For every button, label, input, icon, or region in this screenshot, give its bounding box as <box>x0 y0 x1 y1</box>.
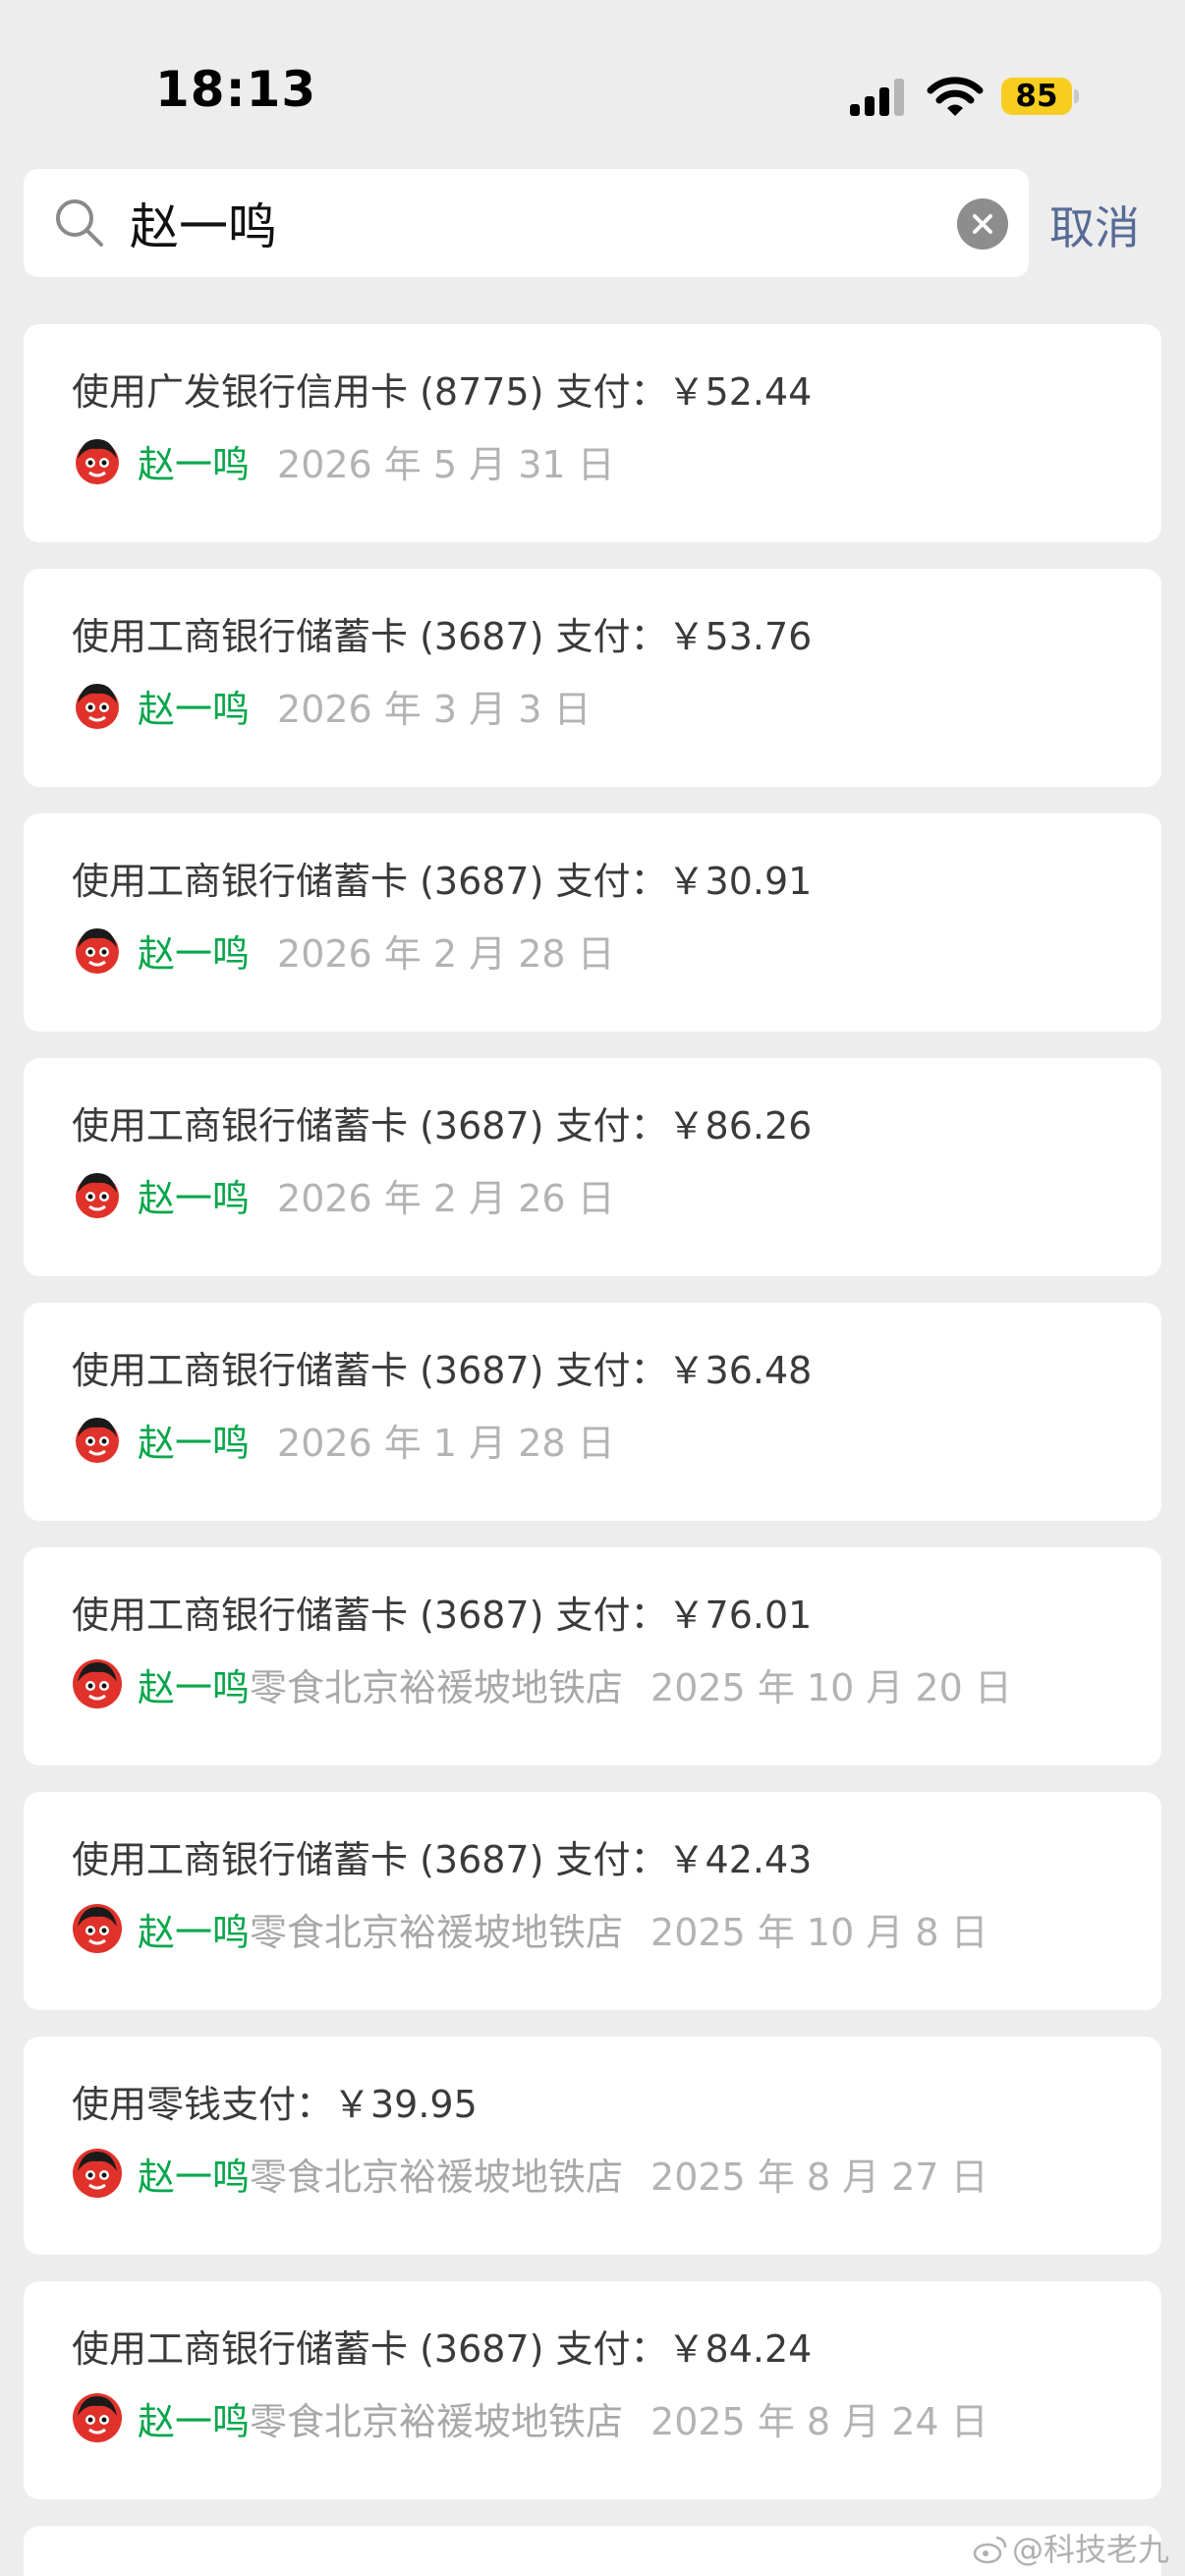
transaction-date: 2025 年 8 月 24 日 <box>650 2400 988 2443</box>
merchant-name: 赵一鸣 <box>138 1666 251 1709</box>
merchant-line: 赵一鸣零食北京裕禐坡地铁店 2025 年 8 月 27 日 <box>138 2147 988 2201</box>
transaction-date: 2026 年 1 月 28 日 <box>277 1422 615 1465</box>
list-item[interactable]: 使用工商银行储蓄卡 (3687) 支付：￥76.01 赵一鸣零食北京裕禐坡地铁店… <box>24 1547 1161 1765</box>
search-icon <box>56 199 103 247</box>
merchant-name: 赵一鸣 <box>138 443 251 486</box>
list-item[interactable]: 使用工商银行储蓄卡 (3687) 支付：￥42.43 赵一鸣零食北京裕禐坡地铁店… <box>24 1792 1161 2010</box>
store-name: 零食北京裕禐坡地铁店 <box>250 1666 624 1709</box>
merchant-name: 赵一鸣 <box>138 2156 251 2199</box>
merchant-line: 赵一鸣零食北京裕禐坡地铁店 2025 年 8 月 24 日 <box>138 2391 988 2445</box>
payment-text: 使用广发银行信用卡 (8775) 支付：￥52.44 <box>72 370 813 414</box>
avatar-icon <box>76 684 119 729</box>
payment-text: 使用工商银行储蓄卡 (3687) 支付：￥42.43 <box>72 1838 813 1881</box>
transaction-date: 2026 年 2 月 28 日 <box>277 932 615 976</box>
transaction-date: 2026 年 2 月 26 日 <box>277 1177 615 1220</box>
payment-text: 使用零钱支付：￥39.95 <box>72 2083 478 2126</box>
payment-text: 使用工商银行储蓄卡 (3687) 支付：￥36.48 <box>72 1349 813 1392</box>
merchant-line: 赵一鸣零食北京裕禐坡地铁店 2025 年 10 月 8 日 <box>138 1902 988 1956</box>
merchant-line: 赵一鸣 2026 年 5 月 31 日 <box>138 434 615 488</box>
payment-text: 使用工商银行储蓄卡 (3687) 支付：￥86.26 <box>72 1104 813 1148</box>
store-name: 零食北京裕禐坡地铁店 <box>250 2156 624 2199</box>
avatar-icon <box>73 2393 122 2442</box>
cancel-button[interactable]: 取消 <box>1049 193 1140 257</box>
avatar-icon <box>76 1173 119 1218</box>
transaction-date: 2025 年 8 月 27 日 <box>650 2156 988 2199</box>
battery-tip <box>1074 89 1079 103</box>
merchant-line: 赵一鸣 2026 年 2 月 26 日 <box>138 1168 615 1222</box>
merchant-line: 赵一鸣 2026 年 3 月 3 日 <box>138 679 591 733</box>
merchant-name: 赵一鸣 <box>138 688 251 731</box>
avatar-icon <box>76 928 119 974</box>
avatar-icon <box>73 2149 122 2198</box>
wifi-icon <box>927 77 984 116</box>
status-bar: 18:13 85 <box>0 0 1185 157</box>
avatar-icon <box>76 1418 119 1463</box>
list-item[interactable]: 使用工商银行储蓄卡 (3687) 支付：￥86.26 赵一鸣 2026 年 2 月… <box>24 1058 1161 1276</box>
merchant-name: 赵一鸣 <box>138 2400 251 2443</box>
clear-search-icon[interactable] <box>957 198 1008 250</box>
cellular-signal-icon <box>850 79 904 116</box>
merchant-line: 赵一鸣 2026 年 2 月 28 日 <box>138 924 615 978</box>
list-item[interactable]: 使用广发银行信用卡 (8775) 支付：￥52.44 赵一鸣 2026 年 5 月… <box>24 324 1161 542</box>
avatar-icon <box>76 439 119 484</box>
merchant-name: 赵一鸣 <box>138 932 251 976</box>
merchant-line: 赵一鸣 2026 年 1 月 28 日 <box>138 1413 615 1467</box>
merchant-name: 赵一鸣 <box>138 1911 251 1954</box>
battery-indicator: 85 <box>1001 78 1072 115</box>
transaction-date: 2025 年 10 月 20 日 <box>650 1666 1012 1709</box>
list-item[interactable]: 使用工商银行储蓄卡 (3687) 支付：￥30.91 赵一鸣 2026 年 2 月… <box>24 813 1161 1032</box>
weibo-logo-icon <box>973 2536 1007 2564</box>
watermark-text: @科技老九 <box>1012 2531 1170 2568</box>
search-input[interactable] <box>130 191 935 255</box>
store-name: 零食北京裕禐坡地铁店 <box>250 1911 624 1954</box>
list-item[interactable]: 使用工商银行储蓄卡 (3687) 支付：￥84.24 赵一鸣零食北京裕禐坡地铁店… <box>24 2281 1161 2499</box>
merchant-line: 赵一鸣零食北京裕禐坡地铁店 2025 年 10 月 20 日 <box>138 1657 1012 1711</box>
store-name: 零食北京裕禐坡地铁店 <box>250 2400 624 2443</box>
avatar-icon <box>73 1904 122 1953</box>
avatar-icon <box>73 1659 122 1708</box>
list-item[interactable]: 使用零钱支付：￥39.95 赵一鸣零食北京裕禐坡地铁店 2025 年 8 月 27… <box>24 2037 1161 2255</box>
transaction-date: 2026 年 3 月 3 日 <box>277 688 592 731</box>
payment-text: 使用工商银行储蓄卡 (3687) 支付：￥84.24 <box>72 2327 813 2371</box>
search-bar[interactable] <box>24 169 1029 277</box>
payment-text: 使用工商银行储蓄卡 (3687) 支付：￥53.76 <box>72 615 813 658</box>
status-time: 18:13 <box>155 61 317 118</box>
list-item[interactable]: 使用工商银行储蓄卡 (3687) 支付：￥53.76 赵一鸣 2026 年 3 月… <box>24 569 1161 787</box>
list-item[interactable]: 使用工商银行储蓄卡 (3687) 支付：￥36.48 赵一鸣 2026 年 1 月… <box>24 1303 1161 1521</box>
watermark: @科技老九 <box>973 2525 1169 2570</box>
merchant-name: 赵一鸣 <box>138 1422 251 1465</box>
transaction-date: 2025 年 10 月 8 日 <box>650 1911 988 1954</box>
payment-text: 使用工商银行储蓄卡 (3687) 支付：￥30.91 <box>72 860 813 903</box>
merchant-name: 赵一鸣 <box>138 1177 251 1220</box>
payment-text: 使用工商银行储蓄卡 (3687) 支付：￥76.01 <box>72 1594 813 1637</box>
transaction-date: 2026 年 5 月 31 日 <box>277 443 615 486</box>
